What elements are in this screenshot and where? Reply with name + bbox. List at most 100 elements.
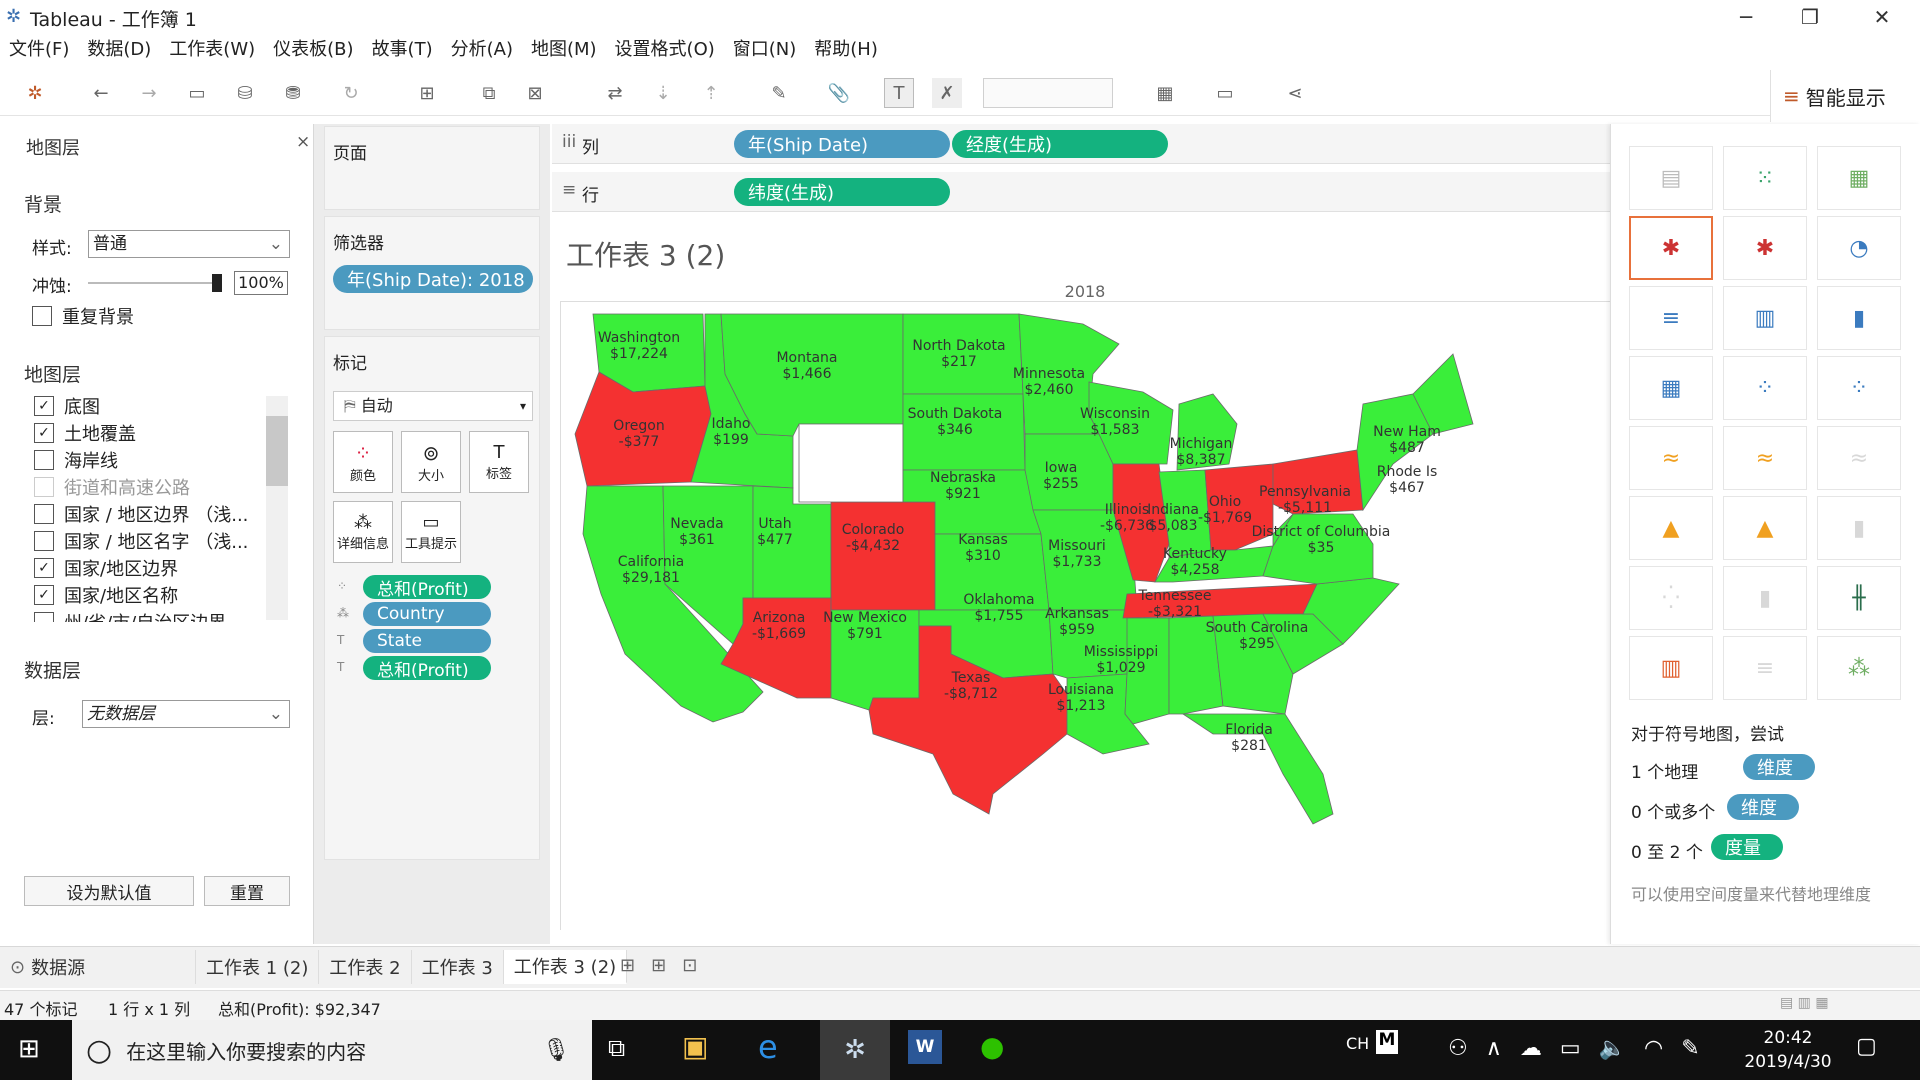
wifi-icon[interactable]: ◠	[1644, 1036, 1663, 1061]
sort-asc-icon[interactable]: ⇣	[648, 78, 678, 108]
sort-desc-icon[interactable]: ⇡	[696, 78, 726, 108]
layer-checkbox[interactable]	[34, 503, 54, 524]
chart-type-thumbnail[interactable]: ▲	[1629, 496, 1713, 560]
us-filled-map[interactable]: Washington$17,224Oregon-$377California$2…	[561, 302, 1611, 930]
menu-item[interactable]: 仪表板(B)	[264, 36, 362, 64]
chart-type-thumbnail[interactable]: ▮	[1817, 496, 1901, 560]
tray-expand-icon[interactable]: ∧	[1486, 1036, 1502, 1061]
fix-axes-icon[interactable]: ✗	[932, 78, 962, 108]
new-worksheet-icon[interactable]: ⊞	[620, 955, 635, 976]
menu-item[interactable]: 分析(A)	[442, 36, 522, 64]
chart-type-thumbnail[interactable]: ≈	[1817, 426, 1901, 490]
layer-item[interactable]: ✓ 国家/地区名称	[34, 581, 264, 608]
chart-type-thumbnail[interactable]: ▦	[1629, 356, 1713, 420]
chart-type-thumbnail[interactable]: ≡	[1629, 286, 1713, 350]
chart-type-thumbnail[interactable]: ✱	[1629, 216, 1713, 280]
tableau-taskbar-icon[interactable]: ✲	[820, 1020, 890, 1080]
chart-type-thumbnail[interactable]: ▤	[1629, 146, 1713, 210]
taskbar-search[interactable]: ○ 在这里输入你要搜索的内容 🎙	[72, 1020, 592, 1080]
filter-pill[interactable]: 年(Ship Date): 2018	[333, 265, 533, 293]
ime-mode-icon[interactable]: M	[1376, 1030, 1398, 1054]
highlight-icon[interactable]: ✎	[764, 78, 794, 108]
repeat-background-row[interactable]: 重复背景	[32, 302, 134, 329]
layer-checkbox[interactable]	[34, 449, 54, 470]
menu-item[interactable]: 帮助(H)	[805, 36, 887, 64]
swap-icon[interactable]: ⇄	[600, 78, 630, 108]
close-icon[interactable]: ✕	[1852, 0, 1912, 34]
menu-item[interactable]: 地图(M)	[522, 36, 606, 64]
marks-pill[interactable]: State	[363, 629, 491, 653]
size-button[interactable]: ⊚ 大小	[401, 431, 461, 493]
chart-type-thumbnail[interactable]: ⁙	[1723, 146, 1807, 210]
restore-icon[interactable]: ❐	[1780, 0, 1840, 34]
undo-icon[interactable]: ←	[86, 78, 116, 108]
wash-slider-handle[interactable]	[212, 274, 222, 292]
sheet-tab[interactable]: 工作表 3 (2)	[503, 950, 628, 984]
set-default-button[interactable]: 设为默认值	[24, 876, 194, 906]
tooltip-button[interactable]: ▭ 工具提示	[401, 501, 461, 563]
layer-checkbox[interactable]	[34, 611, 54, 622]
state-shape[interactable]	[830, 501, 936, 611]
battery-icon[interactable]: ▭	[1560, 1036, 1581, 1061]
pages-card[interactable]: 页面	[324, 126, 540, 210]
layer-item[interactable]: 国家 / 地区边界 （浅...	[34, 500, 264, 527]
reset-button[interactable]: 重置	[204, 876, 290, 906]
map-pane[interactable]: Washington $17,224 Oregon -$377 California $2…	[560, 302, 1610, 930]
layer-item[interactable]: ✓ 国家/地区边界	[34, 554, 264, 581]
layer-scrollbar[interactable]	[266, 396, 288, 620]
col-pill-year[interactable]: 年(Ship Date)	[734, 130, 950, 158]
row-pill-lat[interactable]: 纬度(生成)	[734, 178, 950, 206]
chart-type-thumbnail[interactable]: ▮	[1817, 286, 1901, 350]
show-labels-icon[interactable]: T	[884, 78, 914, 108]
chart-type-thumbnail[interactable]: ≈	[1629, 426, 1713, 490]
chart-type-thumbnail[interactable]: ◔	[1817, 216, 1901, 280]
wash-slider[interactable]	[88, 282, 218, 284]
chart-type-thumbnail[interactable]: ⁛	[1629, 566, 1713, 630]
file-explorer-icon[interactable]: ▣	[682, 1030, 708, 1063]
menu-item[interactable]: 工作表(W)	[160, 36, 264, 64]
new-story-icon[interactable]: ⊡	[682, 955, 697, 976]
repeat-checkbox[interactable]	[32, 305, 52, 326]
notifications-icon[interactable]: ▢	[1856, 1034, 1877, 1059]
label-button[interactable]: T 标签	[469, 431, 529, 493]
view-toggle-icons[interactable]: ▤ ▥ ▦	[1780, 995, 1829, 1011]
volume-icon[interactable]: 🔈	[1599, 1036, 1626, 1061]
layer-item[interactable]: 国家 / 地区名字 （浅...	[34, 527, 264, 554]
menu-item[interactable]: 窗口(N)	[724, 36, 806, 64]
minimize-icon[interactable]: ─	[1716, 0, 1776, 34]
chart-type-thumbnail[interactable]: ⁂	[1817, 636, 1901, 700]
detail-button[interactable]: ⁂ 详细信息	[333, 501, 393, 563]
sheet-tab[interactable]: 工作表 3	[412, 950, 504, 984]
chart-type-thumbnail[interactable]: ≈	[1723, 426, 1807, 490]
word-icon[interactable]: W	[908, 1030, 942, 1064]
ime-indicator[interactable]: CH	[1346, 1034, 1369, 1053]
smart-show-button[interactable]: ≡ 智能显示	[1770, 70, 1920, 122]
menu-item[interactable]: 故事(T)	[363, 36, 442, 64]
onedrive-icon[interactable]: ☁	[1520, 1036, 1542, 1061]
chart-type-thumbnail[interactable]: ╫	[1817, 566, 1901, 630]
people-icon[interactable]: ⚇	[1448, 1036, 1468, 1061]
chart-type-thumbnail[interactable]: ▮	[1723, 566, 1807, 630]
clear-sheet-icon[interactable]: ⊠	[520, 78, 550, 108]
chart-type-thumbnail[interactable]: ▲	[1723, 496, 1807, 560]
layer-item[interactable]: ✓ 底图	[34, 392, 264, 419]
sheet-tab[interactable]: 工作表 1 (2)	[196, 950, 320, 984]
mark-type-select[interactable]: ⛿ 自动 ▾	[333, 391, 533, 421]
pause-updates-icon[interactable]: ⛃	[278, 78, 308, 108]
task-view-icon[interactable]: ⧉	[608, 1034, 625, 1062]
layer-item[interactable]: ✓ 土地覆盖	[34, 419, 264, 446]
clock[interactable]: 20:42 2019/4/30	[1738, 1026, 1838, 1074]
duplicate-sheet-icon[interactable]: ⧉	[474, 78, 504, 108]
chart-type-thumbnail[interactable]: ✱	[1723, 216, 1807, 280]
new-sheet-icon[interactable]: ⊞	[412, 78, 442, 108]
close-panel-icon[interactable]: ×	[296, 132, 310, 152]
fit-dropdown[interactable]	[983, 78, 1113, 108]
redo-icon[interactable]: →	[134, 78, 164, 108]
chart-type-thumbnail[interactable]: ⁘	[1723, 356, 1807, 420]
windows-start-icon[interactable]: ⊞	[18, 1034, 40, 1064]
layer-checkbox[interactable]	[34, 476, 54, 497]
layer-checkbox[interactable]: ✓	[34, 395, 54, 416]
refresh-icon[interactable]: ↻	[336, 78, 366, 108]
layer-checkbox[interactable]	[34, 530, 54, 551]
layer-item[interactable]: 海岸线	[34, 446, 264, 473]
